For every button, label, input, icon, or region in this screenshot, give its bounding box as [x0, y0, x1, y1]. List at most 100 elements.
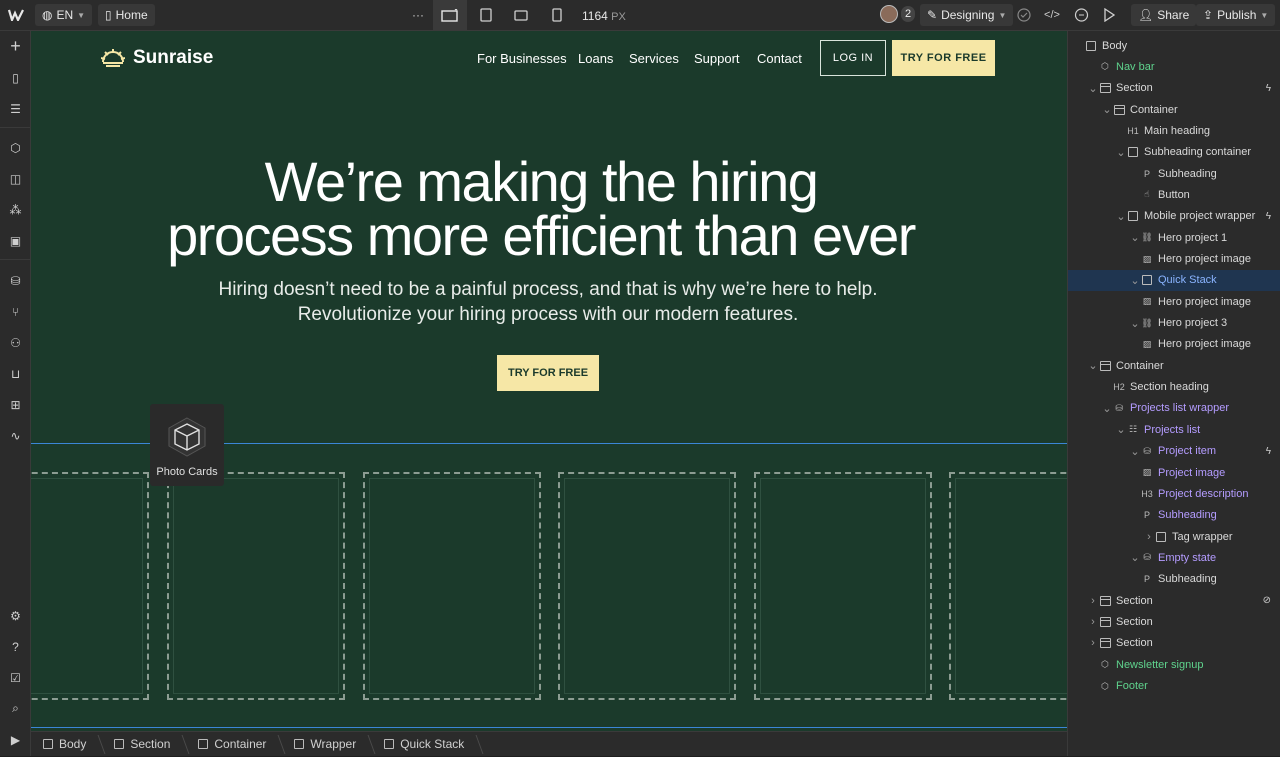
- navigator-row[interactable]: ⌄ ⛁ Project item ϟ: [1068, 441, 1280, 462]
- photo-card-placeholder[interactable]: [949, 472, 1067, 700]
- settings-icon[interactable]: ⚙: [4, 604, 27, 627]
- photo-card-placeholder[interactable]: [558, 472, 736, 700]
- navigator-row[interactable]: ▨ Hero project image: [1068, 291, 1280, 312]
- audit-icon[interactable]: ☑: [4, 666, 27, 689]
- navigator-icon[interactable]: ☰: [4, 97, 27, 120]
- apps-icon[interactable]: ⊞: [4, 393, 27, 416]
- navigator-row[interactable]: › Section: [1068, 611, 1280, 632]
- design-canvas[interactable]: Sunraise For Businesses Loans Services S…: [31, 31, 1067, 731]
- language-select[interactable]: ◍ EN ▼: [35, 4, 93, 26]
- play-preview-icon[interactable]: [1097, 4, 1121, 26]
- breadcrumb-body[interactable]: Body: [31, 732, 102, 757]
- chevron-right-icon[interactable]: ›: [1088, 595, 1098, 607]
- navigator-row[interactable]: Body: [1068, 35, 1280, 56]
- chevron-down-icon[interactable]: ⌄: [1130, 274, 1140, 287]
- navigator-row[interactable]: ⬡ Footer: [1068, 676, 1280, 697]
- chevron-down-icon[interactable]: ⌄: [1130, 231, 1140, 244]
- breadcrumb-wrapper[interactable]: Wrapper: [282, 732, 372, 757]
- navigator-row[interactable]: H2 Section heading: [1068, 377, 1280, 398]
- hero-try-free-button[interactable]: TRY FOR FREE: [497, 355, 599, 391]
- chevron-down-icon[interactable]: ⌄: [1088, 359, 1098, 372]
- video-icon[interactable]: ▶: [4, 728, 27, 751]
- publish-button[interactable]: ⇪ Publish ▼: [1196, 4, 1276, 26]
- more-options-button[interactable]: ···: [406, 4, 430, 26]
- site-logo[interactable]: Sunraise: [101, 47, 213, 69]
- chevron-down-icon[interactable]: ⌄: [1102, 402, 1112, 415]
- navigator-row[interactable]: ⌄ ⛁ Projects list wrapper: [1068, 398, 1280, 419]
- navigator-row[interactable]: ⌄ Section ϟ: [1068, 78, 1280, 99]
- mobile-portrait-breakpoint-icon[interactable]: [545, 4, 569, 26]
- webflow-logo-icon[interactable]: [4, 4, 28, 26]
- add-elements-icon[interactable]: +: [4, 35, 27, 58]
- navigator-row[interactable]: ⌄ ⛁ Empty state: [1068, 547, 1280, 568]
- chevron-right-icon[interactable]: ›: [1088, 637, 1098, 649]
- chevron-right-icon[interactable]: ›: [1144, 531, 1154, 543]
- nav-link-businesses[interactable]: For Businesses: [477, 51, 567, 66]
- chevron-down-icon[interactable]: ⌄: [1116, 210, 1126, 223]
- cms-icon[interactable]: ⛁: [4, 269, 27, 292]
- breadcrumb-container[interactable]: Container: [186, 732, 282, 757]
- nav-link-support[interactable]: Support: [694, 51, 740, 66]
- variables-icon[interactable]: ⁂: [4, 198, 27, 221]
- check-circle-icon[interactable]: [1012, 4, 1036, 26]
- photo-card-placeholder[interactable]: [754, 472, 932, 700]
- chevron-right-icon[interactable]: ›: [1088, 616, 1098, 628]
- logic-icon[interactable]: ⑂: [4, 300, 27, 323]
- chevron-down-icon[interactable]: ⌄: [1116, 423, 1126, 436]
- navigator-row[interactable]: ⬡ Newsletter signup: [1068, 654, 1280, 675]
- navigator-row[interactable]: ⌄ Subheading container: [1068, 142, 1280, 163]
- canvas-width-readout[interactable]: 1164 PX: [582, 9, 626, 23]
- chevron-down-icon[interactable]: ⌄: [1116, 146, 1126, 159]
- navigator-row[interactable]: › Section: [1068, 633, 1280, 654]
- navigator-row[interactable]: H1 Main heading: [1068, 120, 1280, 141]
- help-icon[interactable]: ?: [4, 635, 27, 658]
- navigator-row[interactable]: H3 Project description: [1068, 483, 1280, 504]
- mode-select[interactable]: ✎ Designing ▼: [920, 4, 1014, 26]
- breadcrumb-quick-stack[interactable]: Quick Stack: [372, 732, 480, 757]
- chevron-down-icon[interactable]: ⌄: [1130, 317, 1140, 330]
- photo-card-placeholder[interactable]: [363, 472, 541, 700]
- nav-link-loans[interactable]: Loans: [578, 51, 613, 66]
- nav-link-contact[interactable]: Contact: [757, 51, 802, 66]
- navigator-row[interactable]: ⌄ ⛓ Hero project 3: [1068, 313, 1280, 334]
- navigator-row[interactable]: ☝ Button: [1068, 184, 1280, 205]
- navigator-row[interactable]: ⬡ Nav bar: [1068, 56, 1280, 77]
- style-selectors-icon[interactable]: ◫: [4, 167, 27, 190]
- photo-card-placeholder[interactable]: [167, 472, 345, 700]
- share-button[interactable]: 👤︎ Share: [1131, 4, 1197, 26]
- collaborators-avatar[interactable]: 2: [880, 5, 916, 23]
- login-button[interactable]: LOG IN: [820, 40, 886, 76]
- chevron-down-icon[interactable]: ⌄: [1130, 445, 1140, 458]
- navigator-row[interactable]: › Tag wrapper: [1068, 526, 1280, 547]
- navigator-row[interactable]: ⌄ ☷ Projects list: [1068, 419, 1280, 440]
- chevron-down-icon[interactable]: ⌄: [1088, 82, 1098, 95]
- navigator-row[interactable]: ▨ Hero project image: [1068, 249, 1280, 270]
- ecommerce-icon[interactable]: ⊔: [4, 362, 27, 385]
- navigator-row[interactable]: ⌄ Container: [1068, 355, 1280, 376]
- chevron-down-icon[interactable]: ⌄: [1102, 103, 1112, 116]
- eye-hidden-icon[interactable]: ⊘: [1263, 595, 1271, 606]
- desktop-breakpoint-icon[interactable]: [433, 0, 467, 31]
- photo-card-placeholder[interactable]: [31, 472, 149, 700]
- navigator-row[interactable]: ▨ Hero project image: [1068, 334, 1280, 355]
- assets-icon[interactable]: ▣: [4, 229, 27, 252]
- search-icon[interactable]: ⌕: [4, 697, 27, 720]
- main-heading[interactable]: We’re making the hiring process more eff…: [31, 154, 1051, 264]
- nav-link-services[interactable]: Services: [629, 51, 679, 66]
- nav-try-free-button[interactable]: TRY FOR FREE: [892, 40, 995, 76]
- mobile-landscape-breakpoint-icon[interactable]: [509, 4, 533, 26]
- analytics-icon[interactable]: ∿: [4, 424, 27, 447]
- users-icon[interactable]: ⚇: [4, 331, 27, 354]
- navigator-row[interactable]: P Subheading: [1068, 569, 1280, 590]
- subheading[interactable]: Hiring doesn’t need to be a painful proc…: [31, 277, 1065, 327]
- navigator-row[interactable]: › Section ⊘: [1068, 590, 1280, 611]
- pages-icon[interactable]: ▯: [4, 66, 27, 89]
- navigator-row[interactable]: ⌄ Container: [1068, 99, 1280, 120]
- comment-icon[interactable]: [1069, 4, 1093, 26]
- chevron-down-icon[interactable]: ⌄: [1130, 551, 1140, 564]
- components-icon[interactable]: ⬡: [4, 136, 27, 159]
- code-icon[interactable]: </>: [1040, 4, 1064, 26]
- tablet-breakpoint-icon[interactable]: [474, 4, 498, 26]
- navigator-row[interactable]: ⌄ Quick Stack: [1068, 269, 1280, 291]
- breadcrumb-section[interactable]: Section: [102, 732, 186, 757]
